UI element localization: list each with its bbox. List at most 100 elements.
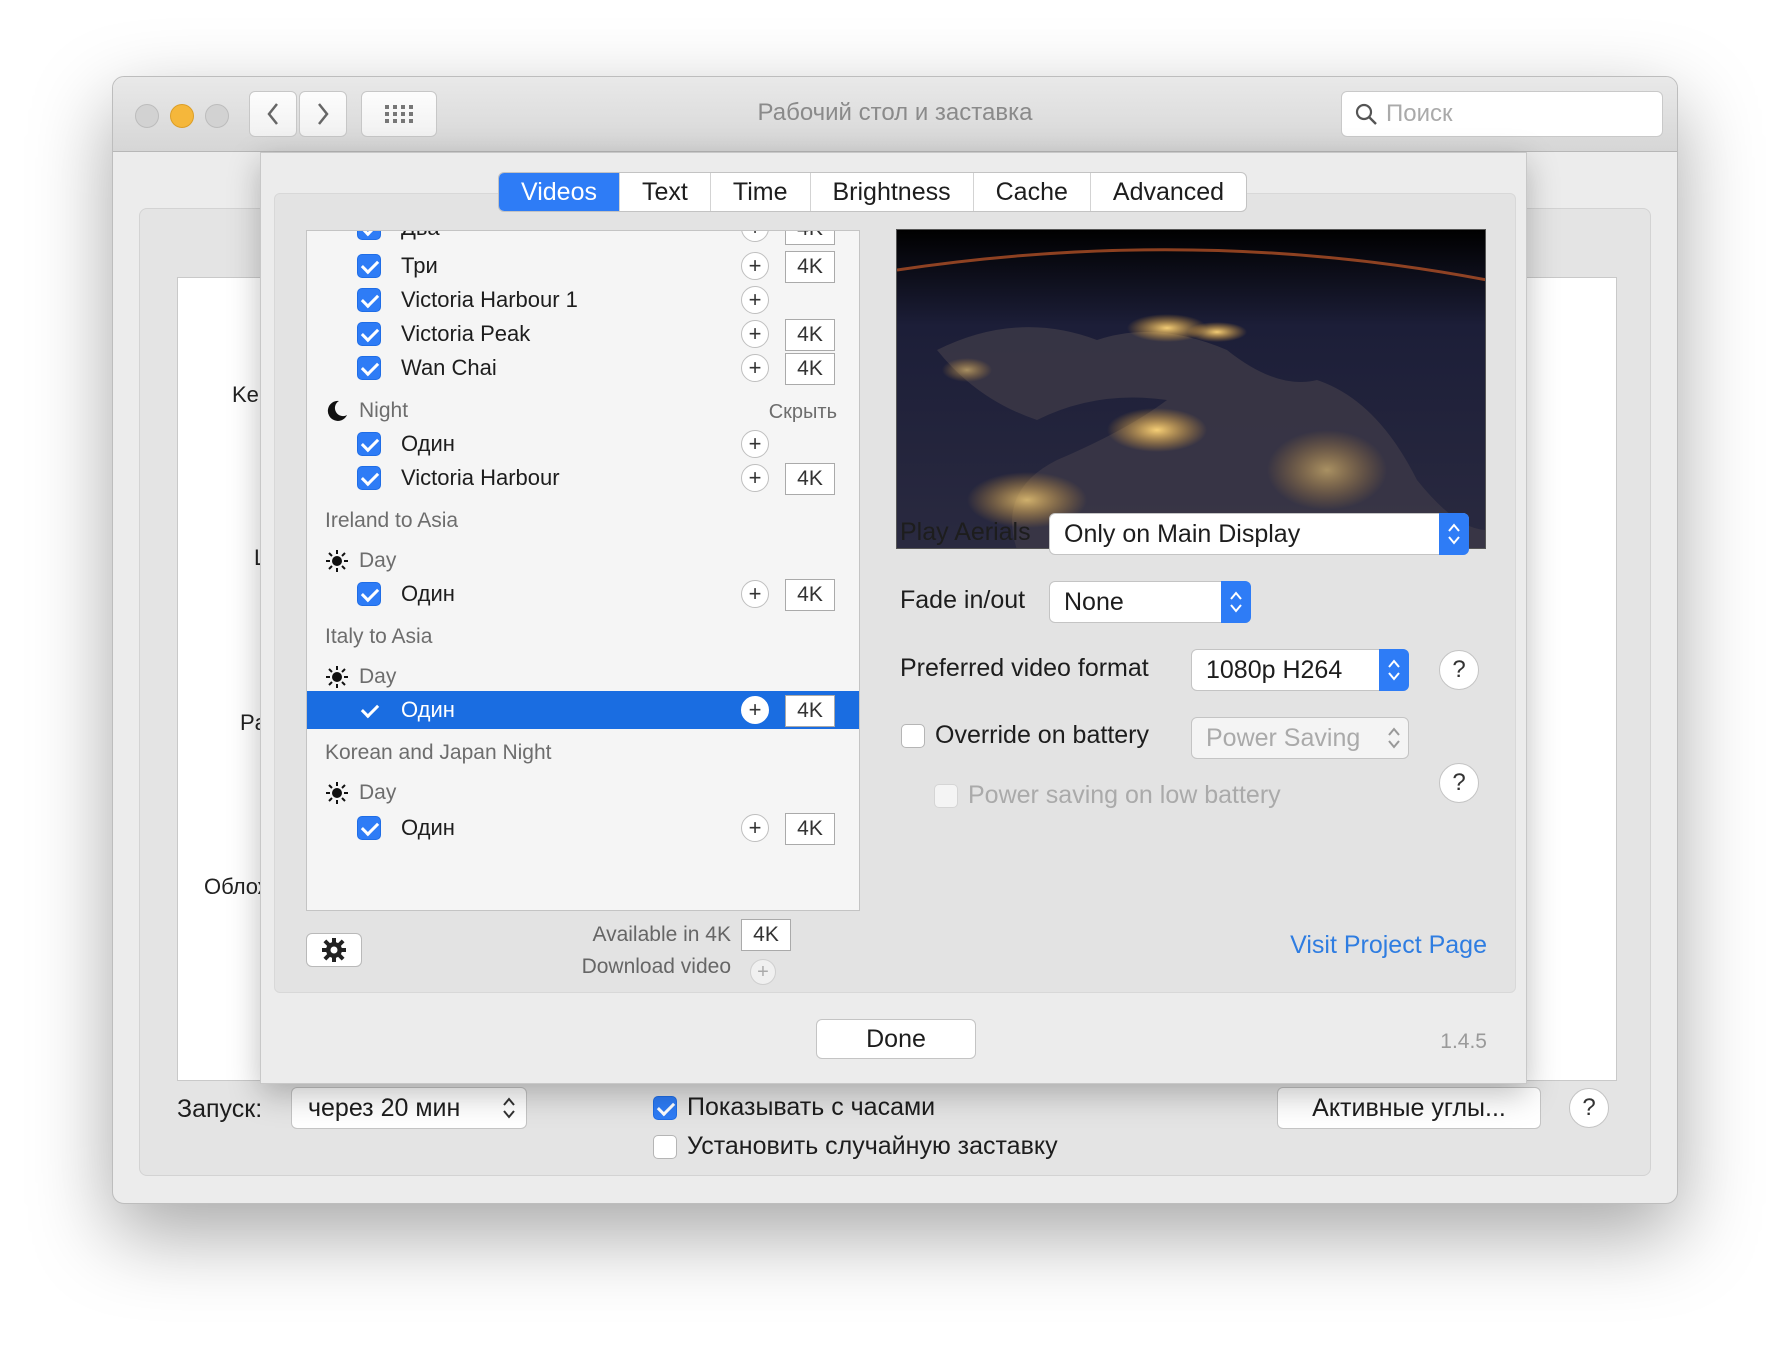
video-name: Victoria Harbour 1	[401, 287, 578, 312]
random-screensaver-label: Установить случайную заставку	[687, 1132, 1058, 1160]
video-row[interactable]: Victoria Harbour 1 +	[307, 281, 859, 319]
day-label: Day	[359, 665, 397, 688]
group-header: Italy to Asia	[325, 625, 433, 648]
battery-help-button[interactable]: ?	[1439, 763, 1479, 803]
download-plus-icon: +	[750, 959, 776, 985]
aerial-settings-sheet: Videos Text Time Brightness Cache Advanc…	[260, 152, 1527, 1084]
help-icon: ?	[1452, 656, 1466, 683]
video-format-popup[interactable]: 1080p H264	[1191, 649, 1409, 691]
tab-bar: Videos Text Time Brightness Cache Advanc…	[498, 172, 1248, 212]
hot-corners-button[interactable]: Активные углы...	[1277, 1087, 1541, 1129]
tab-advanced[interactable]: Advanced	[1089, 173, 1246, 211]
video-checkbox[interactable]	[357, 432, 381, 456]
random-screensaver-checkbox[interactable]	[653, 1134, 677, 1159]
4k-badge: 4K	[785, 353, 835, 385]
video-name: Один	[401, 815, 455, 840]
sun-icon	[326, 782, 348, 804]
video-name: Wan Chai	[401, 355, 497, 380]
help-button[interactable]: ?	[1569, 1088, 1609, 1128]
fade-popup[interactable]: None	[1049, 581, 1251, 623]
tab-text[interactable]: Text	[619, 173, 710, 211]
video-preview	[896, 229, 1486, 549]
video-checkbox[interactable]	[357, 288, 381, 312]
format-help-button[interactable]: ?	[1439, 650, 1479, 690]
video-checkbox[interactable]	[357, 582, 381, 606]
video-row[interactable]: Один + 4K	[307, 809, 859, 847]
help-icon: ?	[1582, 1094, 1596, 1121]
tab-brightness[interactable]: Brightness	[809, 173, 973, 211]
4k-badge: 4K	[785, 251, 835, 283]
start-delay-popup[interactable]: через 20 мин	[291, 1087, 527, 1129]
video-format-label: Preferred video format	[900, 654, 1149, 682]
add-icon[interactable]: +	[741, 464, 769, 492]
add-icon[interactable]: +	[741, 696, 769, 724]
battery-mode-popup[interactable]: Power Saving	[1191, 717, 1409, 759]
video-row[interactable]: Victoria Harbour + 4K	[307, 459, 859, 497]
help-icon: ?	[1452, 769, 1466, 796]
video-name: Один	[401, 697, 455, 722]
search-placeholder: Поиск	[1386, 100, 1453, 127]
fade-value: None	[1064, 587, 1124, 616]
video-checkbox[interactable]	[357, 698, 381, 722]
day-section-header: Day	[325, 549, 396, 573]
override-battery-option[interactable]: Override on battery	[901, 721, 1149, 750]
updown-arrows-icon	[1439, 513, 1469, 555]
screensaver-label: Ke	[232, 382, 259, 407]
show-clock-option[interactable]: Показывать с часами	[653, 1093, 935, 1122]
day-label: Day	[359, 781, 397, 804]
gear-icon	[322, 938, 346, 962]
tab-videos[interactable]: Videos	[499, 173, 619, 211]
low-battery-option[interactable]: Power saving on low battery	[934, 781, 1281, 810]
settings-button[interactable]	[306, 933, 362, 967]
video-row-selected[interactable]: Один + 4K	[307, 691, 859, 729]
show-clock-checkbox[interactable]	[653, 1095, 677, 1120]
add-icon[interactable]: +	[741, 814, 769, 842]
video-list[interactable]: Два + 4K Три + 4K Victoria Harbour 1 + V…	[306, 230, 860, 911]
override-battery-checkbox[interactable]	[901, 723, 925, 748]
visit-project-link[interactable]: Visit Project Page	[1261, 931, 1487, 960]
version-label: 1.4.5	[1440, 1030, 1487, 1053]
video-row[interactable]: Wan Chai + 4K	[307, 349, 859, 387]
video-format-value: 1080p H264	[1206, 655, 1343, 684]
day-section-header: Day	[325, 781, 396, 805]
video-checkbox[interactable]	[357, 466, 381, 490]
play-aerials-popup[interactable]: Only on Main Display	[1049, 513, 1469, 555]
add-icon[interactable]: +	[741, 286, 769, 314]
moon-icon	[327, 400, 347, 421]
night-section-header: Night	[325, 399, 408, 423]
video-checkbox[interactable]	[357, 254, 381, 278]
video-checkbox[interactable]	[357, 231, 381, 240]
add-icon[interactable]: +	[741, 354, 769, 382]
earth-night-image	[897, 230, 1485, 548]
video-name: Два	[401, 231, 440, 241]
video-checkbox[interactable]	[357, 356, 381, 380]
video-name: Victoria Peak	[401, 321, 531, 346]
video-checkbox[interactable]	[357, 816, 381, 840]
video-row[interactable]: Один +	[307, 425, 859, 463]
video-checkbox[interactable]	[357, 322, 381, 346]
4k-badge: 4K	[785, 319, 835, 351]
updown-arrows-icon	[1379, 717, 1409, 759]
done-button[interactable]: Done	[816, 1019, 976, 1059]
4k-badge: 4K	[785, 579, 835, 611]
play-aerials-label: Play Aerials	[900, 518, 1031, 546]
add-icon[interactable]: +	[741, 320, 769, 348]
day-section-header: Day	[325, 665, 396, 689]
video-row[interactable]: Три + 4K	[307, 247, 859, 285]
done-label: Done	[866, 1024, 926, 1053]
add-icon[interactable]: +	[741, 430, 769, 458]
low-battery-checkbox[interactable]	[934, 783, 958, 808]
search-field[interactable]: Поиск	[1341, 91, 1663, 137]
video-name: Victoria Harbour	[401, 465, 560, 490]
video-row[interactable]: Victoria Peak + 4K	[307, 315, 859, 353]
video-row[interactable]: Один + 4K	[307, 575, 859, 613]
video-row[interactable]: Два + 4K	[307, 231, 859, 247]
add-icon[interactable]: +	[741, 252, 769, 280]
hide-link[interactable]: Скрыть	[769, 401, 837, 424]
add-icon[interactable]: +	[741, 231, 769, 242]
group-header: Korean and Japan Night	[325, 741, 552, 764]
tab-time[interactable]: Time	[709, 173, 810, 211]
tab-cache[interactable]: Cache	[972, 173, 1090, 211]
add-icon[interactable]: +	[741, 580, 769, 608]
random-screensaver-option[interactable]: Установить случайную заставку	[653, 1132, 1058, 1161]
